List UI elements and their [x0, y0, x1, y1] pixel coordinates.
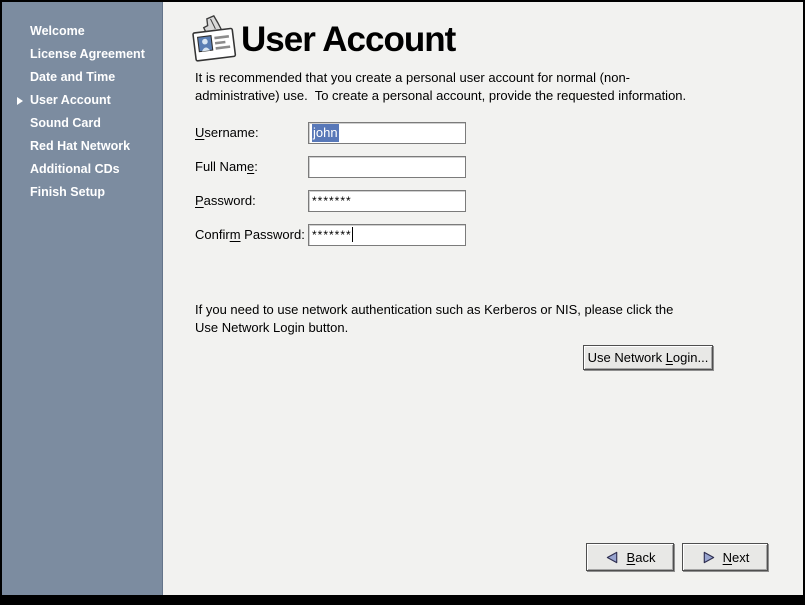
network-note-line-2: Use Network Login button.: [195, 319, 673, 337]
sidebar-item-finish-setup[interactable]: Finish Setup: [2, 181, 162, 204]
password-row: Password: *******: [195, 190, 635, 212]
sidebar-item-label: Finish Setup: [30, 185, 105, 199]
sidebar-item-label: Sound Card: [30, 116, 101, 130]
back-arrow-icon: [605, 550, 620, 565]
fullname-label: Full Name:: [195, 156, 258, 178]
wizard-steps-sidebar: Welcome License Agreement Date and Time …: [2, 2, 163, 595]
next-button-label: Next: [723, 550, 750, 565]
confirm-password-row: Confirm Password: *******: [195, 224, 635, 246]
intro-line-1: It is recommended that you create a pers…: [195, 69, 686, 87]
sidebar-item-welcome[interactable]: Welcome: [2, 20, 162, 43]
username-row: Username: john: [195, 122, 635, 144]
sidebar-item-label: User Account: [30, 93, 111, 107]
sidebar-item-label: Red Hat Network: [30, 139, 130, 153]
intro-text: It is recommended that you create a pers…: [195, 69, 686, 105]
selected-text: john: [312, 124, 339, 142]
main-content: User Account It is recommended that you …: [164, 2, 803, 595]
masked-password: *******: [312, 194, 352, 208]
sidebar-item-label: License Agreement: [30, 47, 145, 61]
sidebar-item-user-account[interactable]: User Account: [2, 89, 162, 112]
network-auth-note: If you need to use network authenticatio…: [195, 301, 673, 337]
password-label: Password:: [195, 190, 256, 212]
fullname-row: Full Name:: [195, 156, 635, 178]
username-input[interactable]: john: [308, 122, 466, 144]
back-button-label: Back: [627, 550, 656, 565]
network-note-line-1: If you need to use network authenticatio…: [195, 301, 673, 319]
wizard-steps-list: Welcome License Agreement Date and Time …: [2, 20, 162, 204]
use-network-login-button[interactable]: Use Network Login...: [583, 345, 713, 370]
sidebar-item-red-hat-network[interactable]: Red Hat Network: [2, 135, 162, 158]
sidebar-item-date-and-time[interactable]: Date and Time: [2, 66, 162, 89]
id-card-icon: [190, 14, 238, 66]
masked-password: *******: [312, 228, 352, 242]
sidebar-item-license-agreement[interactable]: License Agreement: [2, 43, 162, 66]
text-cursor: [352, 227, 354, 242]
active-step-arrow-icon: [17, 97, 23, 105]
setup-agent-screen: Welcome License Agreement Date and Time …: [0, 0, 805, 605]
username-label: Username:: [195, 122, 259, 144]
password-input[interactable]: *******: [308, 190, 466, 212]
next-button[interactable]: Next: [682, 543, 768, 571]
next-arrow-icon: [701, 550, 716, 565]
sidebar-item-label: Additional CDs: [30, 162, 120, 176]
sidebar-item-label: Welcome: [30, 24, 85, 38]
sidebar-item-label: Date and Time: [30, 70, 115, 84]
setup-agent-window: Welcome License Agreement Date and Time …: [2, 2, 803, 595]
confirm-password-label: Confirm Password:: [195, 224, 305, 246]
intro-line-2: administrative) use. To create a persona…: [195, 87, 686, 105]
fullname-input[interactable]: [308, 156, 466, 178]
confirm-password-input[interactable]: *******: [308, 224, 466, 246]
sidebar-item-additional-cds[interactable]: Additional CDs: [2, 158, 162, 181]
sidebar-item-sound-card[interactable]: Sound Card: [2, 112, 162, 135]
back-button[interactable]: Back: [586, 543, 674, 571]
page-title: User Account: [241, 20, 455, 60]
